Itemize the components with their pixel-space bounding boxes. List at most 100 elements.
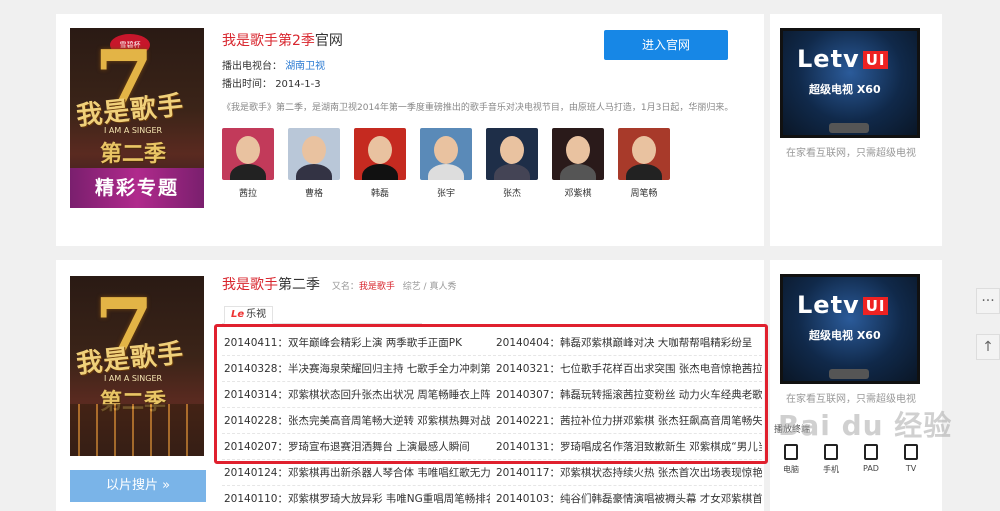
episode-link[interactable]: 20140328：半决赛海泉荣耀回归主持 七歌手全力冲刺第一名 [222, 361, 490, 376]
episode-row: 20140411：双年巅峰会精彩上演 两季歌手正面PK 20140404：韩磊邓紫… [222, 330, 762, 356]
cast-photo[interactable] [354, 128, 406, 180]
tab-letv[interactable]: Le 乐视 [224, 306, 274, 324]
cast-member[interactable]: 张宇 [420, 128, 472, 199]
cast-member[interactable]: 张杰 [486, 128, 538, 199]
cast-name[interactable]: 茜拉 [222, 186, 274, 199]
back-to-top-icon: ↑ [982, 339, 994, 355]
show-title-red[interactable]: 我是歌手 [222, 277, 278, 293]
cast-list: 茜拉 曹格 韩磊 张宇 张杰 邓紫棋 周笔畅 [222, 128, 670, 199]
baidu-watermark: Bai du 经验 [778, 409, 953, 442]
cast-name[interactable]: 周笔畅 [618, 186, 670, 199]
device-name: 手机 [823, 465, 839, 474]
cast-photo[interactable] [222, 128, 274, 180]
show-title-2: 我是歌手第二季 又名：我是歌手 综艺 / 真人秀 [222, 274, 456, 294]
chat-icon: ··· [981, 293, 995, 309]
episode-link[interactable]: 20140207：罗琦宣布退赛泪洒舞台 上演最感人瞬间 [222, 439, 490, 454]
cast-photo[interactable] [420, 128, 472, 180]
cast-name[interactable]: 邓紫棋 [552, 186, 604, 199]
poster-english-subtitle: I AM A SINGER [104, 126, 163, 135]
cast-member[interactable]: 韩磊 [354, 128, 406, 199]
episode-row: 20140110：邓紫棋罗琦大放异彩 韦唯NG重唱周笔畅排名 20140103：纯… [222, 486, 762, 511]
source-tabs: Le 乐视 [222, 306, 422, 324]
tv-ad-panel-2: Letv UI 超级电视 X60 在家看互联网，只需超级电视 播放终端 电脑 手机 P… [770, 260, 942, 511]
tv-brand-name: Letv [797, 291, 860, 319]
tv-ad-panel: Letv UI 超级电视 X60 在家看互联网，只需超级电视 [770, 14, 942, 246]
device-item[interactable]: PAD [858, 444, 884, 475]
show-card-episodes: 7 我是歌手 I AM A SINGER 第二季 我是歌手第二季 又名：我是歌手… [56, 260, 764, 511]
station-row: 播出电视台： 湖南卫视 [222, 57, 325, 72]
enter-official-site-button[interactable]: 进入官网 [604, 30, 728, 60]
station-label: 播出电视台： [222, 61, 282, 72]
episode-link[interactable]: 20140307：韩磊玩转摇滚茜拉变粉丝 动力火车经典老歌 [494, 387, 762, 402]
episode-link[interactable]: 20140411：双年巅峰会精彩上演 两季歌手正面PK [222, 335, 490, 350]
cast-photo[interactable] [288, 128, 340, 180]
show-poster-2[interactable]: 7 我是歌手 I AM A SINGER 第二季 [70, 276, 204, 456]
genre: 综艺 / 真人秀 [402, 282, 457, 292]
cast-photo[interactable] [486, 128, 538, 180]
station-link[interactable]: 湖南卫视 [285, 61, 325, 72]
episode-link[interactable]: 20140314：邓紫棋状态回升张杰出状况 周笔畅睡衣上阵 [222, 387, 490, 402]
episode-row: 20140328：半决赛海泉荣耀回归主持 七歌手全力冲刺第一名 20140321：… [222, 356, 762, 382]
chevron-double-down-icon: » [162, 478, 171, 493]
poster-banner[interactable]: 精彩专题 [70, 168, 204, 208]
tv-brand-tag: UI [862, 297, 889, 315]
episode-list: 20140411：双年巅峰会精彩上演 两季歌手正面PK 20140404：韩磊邓紫… [222, 330, 762, 511]
search-by-film-button[interactable]: 以片搜片 » [70, 470, 206, 502]
device-item[interactable]: TV [898, 444, 924, 475]
poster-stage-lights [70, 404, 204, 456]
device-icon [864, 444, 878, 460]
cast-name[interactable]: 韩磊 [354, 186, 406, 199]
airtime-label: 播出时间： [222, 79, 272, 90]
tv-slogan[interactable]: 在家看互联网，只需超级电视 [786, 390, 916, 405]
episode-link[interactable]: 20140103：纯谷们韩磊豪情演唱被褥头幕 才女邓紫棋首战 [494, 491, 762, 506]
episode-row: 20140124：邓紫棋再出新杀器人琴合体 韦唯唱红歌无力回天 20140117：… [222, 460, 762, 486]
show-title[interactable]: 我是歌手第2季官网 [222, 30, 343, 50]
alias-value: 我是歌手 [358, 282, 395, 292]
show-title-dark[interactable]: 第二季 [278, 277, 320, 293]
show-title-main[interactable]: 我是歌手第2季 [222, 33, 315, 49]
episode-link[interactable]: 20140131：罗琦唱成名作落泪致歉新生 邓紫棋成“男儿当自强” [494, 439, 762, 454]
tv-brand: Letv UI [797, 291, 889, 319]
show-poster[interactable]: 雪碧杯 7 我是歌手 I AM A SINGER 第二季 精彩专题 [70, 28, 204, 208]
tv-brand: Letv UI [797, 45, 889, 73]
tv-stand [829, 369, 869, 379]
device-item[interactable]: 电脑 [778, 444, 804, 475]
tv-ad-image[interactable]: Letv UI 超级电视 X60 [780, 28, 920, 138]
show-title-suffix[interactable]: 官网 [315, 33, 343, 49]
episode-link[interactable]: 20140117：邓紫棋状态持续火热 张杰首次出场表现惊艳 [494, 465, 762, 480]
cast-name[interactable]: 曹格 [288, 186, 340, 199]
alias-label: 又名： [331, 282, 359, 292]
episode-row: 20140314：邓紫棋状态回升张杰出状况 周笔畅睡衣上阵 20140307：韩磊… [222, 382, 762, 408]
cast-photo[interactable] [618, 128, 670, 180]
device-list: 电脑 手机 PAD TV [778, 444, 924, 475]
tv-stand [829, 123, 869, 133]
poster-english-subtitle: I AM A SINGER [104, 374, 163, 383]
cast-name[interactable]: 张宇 [420, 186, 472, 199]
episode-link[interactable]: 20140228：张杰完美高音周笔畅大逆转 邓紫棋热舞对战 [222, 413, 490, 428]
cast-photo[interactable] [552, 128, 604, 180]
cast-member[interactable]: 茜拉 [222, 128, 274, 199]
tab-letv-label: 乐视 [246, 309, 267, 320]
airtime-row: 播出时间： 2014-1-3 [222, 75, 321, 90]
tv-model: 超级电视 X60 [809, 83, 881, 96]
episode-row: 20140207：罗琦宣布退赛泪洒舞台 上演最感人瞬间 20140131：罗琦唱成… [222, 434, 762, 460]
tv-model: 超级电视 X60 [809, 329, 881, 342]
cast-member[interactable]: 曹格 [288, 128, 340, 199]
tv-ad-image[interactable]: Letv UI 超级电视 X60 [780, 274, 920, 384]
back-to-top-button[interactable]: ↑ [976, 334, 1000, 360]
episode-link[interactable]: 20140110：邓紫棋罗琦大放异彩 韦唯NG重唱周笔畅排名 [222, 491, 490, 506]
episode-link[interactable]: 20140404：韩磊邓紫棋巅峰对决 大咖帮帮唱精彩纷呈 [494, 335, 762, 350]
cast-member[interactable]: 邓紫棋 [552, 128, 604, 199]
episode-link[interactable]: 20140321：七位歌手花样百出求突围 张杰电音惊艳茜拉 [494, 361, 762, 376]
show-card-official: 雪碧杯 7 我是歌手 I AM A SINGER 第二季 精彩专题 我是歌手第2… [56, 14, 764, 246]
chat-button[interactable]: ··· [976, 288, 1000, 314]
device-name: PAD [863, 464, 879, 473]
episode-link[interactable]: 20140221：茜拉补位力拼邓紫棋 张杰狂飙高音周笔畅失手 [494, 413, 762, 428]
cast-member[interactable]: 周笔畅 [618, 128, 670, 199]
airtime-value: 2014-1-3 [275, 79, 321, 90]
cast-name[interactable]: 张杰 [486, 186, 538, 199]
episode-link[interactable]: 20140124：邓紫棋再出新杀器人琴合体 韦唯唱红歌无力回天 [222, 465, 490, 480]
tv-slogan[interactable]: 在家看互联网，只需超级电视 [786, 144, 916, 159]
device-icon [784, 444, 798, 460]
device-item[interactable]: 手机 [818, 444, 844, 475]
